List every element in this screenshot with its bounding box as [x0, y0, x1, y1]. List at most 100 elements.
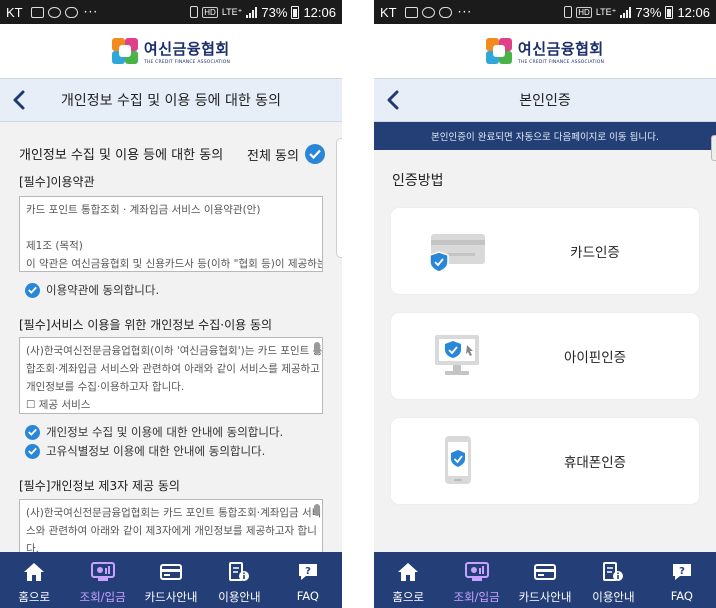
- chevron-left-icon: [13, 90, 25, 110]
- battery-icon: [291, 5, 300, 19]
- check-circle-icon: [25, 424, 40, 440]
- privacy-collection-textbox[interactable]: (사)한국여신전문금융업협회(이하 '여신금융협회')는 카드 포인트 통 합조…: [19, 337, 323, 414]
- chevron-left-icon: [387, 90, 399, 110]
- terms-line: (사)한국여신전문금융업협회(이하 '여신금융협회')는 카드 포인트 통: [26, 345, 323, 357]
- terms-line: 제1조 (목적): [26, 240, 83, 252]
- back-button[interactable]: [6, 87, 32, 113]
- signal-icon: [620, 6, 632, 18]
- page-title: 개인정보 수집 및 이용 등에 대한 동의: [61, 93, 281, 109]
- agree-unique-id-checkbox[interactable]: 고유식별정보 이용에 대한 안내에 동의합니다.: [25, 443, 265, 459]
- check-circle-icon: [25, 443, 40, 459]
- message-notification-icon: [421, 6, 435, 18]
- agree-privacy-checkbox[interactable]: 개인정보 수집 및 이용에 대한 안내에 동의합니다.: [25, 424, 283, 440]
- agree-label: 개인정보 수집 및 이용에 대한 안내에 동의합니다.: [46, 425, 284, 439]
- logo-header: 여신금융협회 THE CREDIT FINANCE ASSOCIATION: [0, 24, 342, 78]
- home-icon: [396, 561, 420, 583]
- consent-content[interactable]: 개인정보 수집 및 이용 등에 대한 동의 전체 동의 [필수]이용약관 카드 …: [0, 122, 342, 552]
- method-title: 인증방법: [392, 173, 444, 189]
- status-bar: KT ··· HD LTE⁺ 73% 12:06: [374, 0, 716, 24]
- vibrate-icon: [190, 6, 199, 18]
- inquiry-icon: [464, 561, 489, 583]
- agree-terms-checkbox[interactable]: 이용약관에 동의합니다.: [25, 282, 159, 298]
- terms-line: 카드 포인트 통합조회 · 계좌입금 서비스 이용약관(안): [26, 204, 261, 216]
- more-notifications-indicator: ···: [457, 5, 473, 19]
- agree-all-toggle[interactable]: 전체 동의: [247, 144, 325, 164]
- guide-icon: [227, 561, 251, 583]
- auto-redirect-notice: 본인인증이 완료되면 자동으로 다음페이지로 이동 됩니다.: [374, 122, 716, 150]
- agree-label: 고유식별정보 이용에 대한 안내에 동의합니다.: [46, 444, 266, 458]
- terms-label: [필수]이용약관: [19, 175, 95, 189]
- nav-label: 카드사안내: [144, 590, 198, 604]
- network-type: LTE⁺: [221, 6, 243, 17]
- nav-label: 조회/입금: [453, 590, 500, 604]
- image-notification-icon: [404, 6, 418, 18]
- nav-label: FAQ: [296, 589, 319, 603]
- nav-label: 카드사안내: [518, 590, 572, 604]
- carrier-label: KT: [380, 4, 397, 20]
- nav-label: 조회/입금: [79, 590, 126, 604]
- svg-text:?: ?: [679, 566, 685, 577]
- terms-line: 다.: [26, 543, 39, 552]
- side-panel-edge: [336, 138, 342, 258]
- battery-percent: 73%: [261, 4, 288, 20]
- card-icon: [159, 561, 183, 583]
- privacy-collection-label: [필수]서비스 이용을 위한 개인정보 수집·이용 동의: [19, 318, 273, 332]
- card-shield-icon: [429, 226, 489, 276]
- title-bar: 개인정보 수집 및 이용 등에 대한 동의: [0, 78, 342, 122]
- faq-icon: ?: [296, 561, 320, 583]
- association-logo-icon: [485, 38, 512, 64]
- status-bar: KT ··· HD LTE⁺ 73% 12:06: [0, 0, 342, 24]
- clock: 12:06: [303, 4, 336, 20]
- logo-name: 여신금융협회: [517, 39, 604, 58]
- agree-label: 이용약관에 동의합니다.: [46, 283, 160, 297]
- nav-guide[interactable]: 이용안내: [205, 552, 273, 608]
- terms-line: 스와 관련하여 아래와 같이 제3자에게 개인정보를 제공하고자 합니: [26, 525, 317, 537]
- nav-home[interactable]: 홈으로: [374, 552, 442, 608]
- chat-notification-icon: [438, 6, 452, 18]
- logo-name: 여신금융협회: [143, 39, 230, 58]
- signal-icon: [246, 6, 258, 18]
- logo-subtitle: THE CREDIT FINANCE ASSOCIATION: [517, 59, 605, 65]
- home-icon: [22, 561, 46, 583]
- check-circle-icon: [304, 144, 325, 164]
- network-type: LTE⁺: [595, 6, 617, 17]
- nav-label: 홈으로: [18, 590, 51, 604]
- logo-header: 여신금융협회 THE CREDIT FINANCE ASSOCIATION: [374, 24, 716, 78]
- carrier-label: KT: [6, 4, 23, 20]
- consent-screen: KT ··· HD LTE⁺ 73% 12:06 여신금융협회 THE CRED…: [0, 0, 342, 608]
- card-label: 아이핀인증: [563, 350, 627, 366]
- guide-icon: [601, 561, 625, 583]
- ipin-verification-button[interactable]: 아이핀인증: [391, 313, 699, 399]
- card-verification-button[interactable]: 카드인증: [391, 208, 699, 294]
- textbox-scrollbar[interactable]: [314, 342, 320, 354]
- nav-card-company[interactable]: 카드사안내: [511, 552, 579, 608]
- battery-icon: [665, 5, 674, 19]
- title-bar: 본인인증: [374, 78, 716, 122]
- textbox-scrollbar[interactable]: [314, 504, 320, 516]
- third-party-label: [필수]개인정보 제3자 제공 동의: [19, 479, 180, 493]
- faq-icon: ?: [670, 561, 694, 583]
- more-notifications-indicator: ···: [83, 5, 99, 19]
- terms-line: 개인정보를 수집·이용하고자 합니다.: [26, 381, 185, 393]
- nav-card-company[interactable]: 카드사안내: [137, 552, 205, 608]
- nav-home[interactable]: 홈으로: [0, 552, 68, 608]
- terms-line: [26, 219, 316, 237]
- verification-screen: KT ··· HD LTE⁺ 73% 12:06 여신금융협회 THE CRED…: [374, 0, 716, 608]
- nav-inquiry[interactable]: 조회/입금: [68, 552, 136, 608]
- terms-textbox[interactable]: 카드 포인트 통합조회 · 계좌입금 서비스 이용약관(안) 제1조 (목적) …: [19, 196, 323, 272]
- bottom-navigation: 홈으로 조회/입금 카드사안내 이용안내 ? FAQ: [0, 552, 342, 608]
- nav-guide[interactable]: 이용안내: [579, 552, 647, 608]
- third-party-textbox[interactable]: (사)한국여신전문금융업협회는 카드 포인트 통합조회·계좌입금 서비 스와 관…: [19, 499, 323, 552]
- phone-verification-button[interactable]: 휴대폰인증: [391, 418, 699, 504]
- back-button[interactable]: [380, 87, 406, 113]
- nav-inquiry[interactable]: 조회/입금: [442, 552, 510, 608]
- nav-faq[interactable]: ? FAQ: [274, 552, 342, 608]
- card-label: 카드인증: [570, 245, 620, 261]
- nav-label: 이용안내: [218, 590, 261, 604]
- agree-all-label: 전체 동의: [247, 148, 299, 164]
- message-notification-icon: [47, 6, 61, 18]
- nav-label: FAQ: [670, 589, 693, 603]
- nav-faq[interactable]: ? FAQ: [648, 552, 716, 608]
- vibrate-icon: [564, 6, 573, 18]
- inquiry-icon: [90, 561, 115, 583]
